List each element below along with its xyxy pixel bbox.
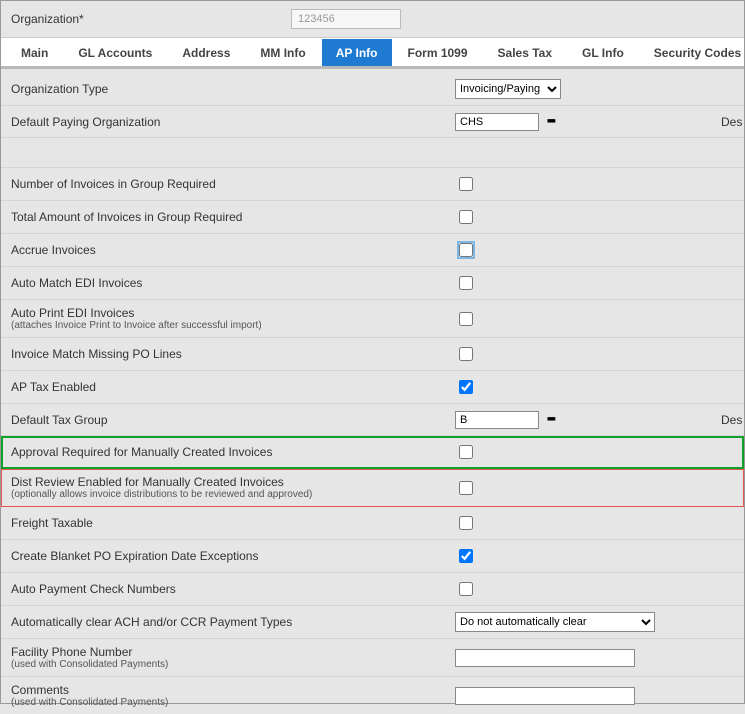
- dist-review-checkbox[interactable]: [459, 481, 473, 495]
- tab-security-codes[interactable]: Security Codes: [640, 39, 745, 66]
- auto-clear-ach-select[interactable]: Do not automatically clear: [455, 612, 655, 632]
- organization-label: Organization*: [11, 12, 291, 26]
- right-col-des: Des: [719, 413, 744, 427]
- total-amount-checkbox[interactable]: [459, 210, 473, 224]
- approval-required-checkbox[interactable]: [459, 445, 473, 459]
- total-amount-label: Total Amount of Invoices in Group Requir…: [11, 210, 242, 224]
- auto-clear-ach-label: Automatically clear ACH and/or CCR Payme…: [11, 615, 292, 629]
- tab-sales-tax[interactable]: Sales Tax: [484, 39, 566, 66]
- auto-print-edi-sublabel: (attaches Invoice Print to Invoice after…: [11, 320, 439, 331]
- facility-phone-label: Facility Phone Number: [11, 645, 439, 659]
- facility-phone-sublabel: (used with Consolidated Payments): [11, 659, 439, 670]
- facility-phone-input[interactable]: [455, 649, 635, 667]
- blanket-po-checkbox[interactable]: [459, 549, 473, 563]
- lookup-icon[interactable]: ■■■: [547, 118, 561, 125]
- comments-sublabel: (used with Consolidated Payments): [11, 697, 439, 708]
- organization-type-select[interactable]: Invoicing/Paying: [455, 79, 561, 99]
- tab-address[interactable]: Address: [168, 39, 244, 66]
- organization-input[interactable]: [291, 9, 401, 29]
- right-col-des: Des: [719, 115, 744, 129]
- match-missing-po-label: Invoice Match Missing PO Lines: [11, 347, 182, 361]
- tab-bar: MainGL AccountsAddressMM InfoAP InfoForm…: [1, 37, 744, 69]
- dist-review-sublabel: (optionally allows invoice distributions…: [11, 489, 439, 500]
- tab-gl-accounts[interactable]: GL Accounts: [64, 39, 166, 66]
- ap-tax-enabled-checkbox[interactable]: [459, 380, 473, 394]
- tab-main[interactable]: Main: [7, 39, 62, 66]
- tab-mm-info[interactable]: MM Info: [246, 39, 319, 66]
- auto-payment-check-checkbox[interactable]: [459, 582, 473, 596]
- comments-input[interactable]: [455, 687, 635, 705]
- comments-label: Comments: [11, 683, 439, 697]
- default-paying-org-label: Default Paying Organization: [11, 115, 160, 129]
- default-paying-org-input[interactable]: [455, 113, 539, 131]
- auto-payment-check-label: Auto Payment Check Numbers: [11, 582, 176, 596]
- dist-review-label: Dist Review Enabled for Manually Created…: [11, 475, 439, 489]
- blanket-po-label: Create Blanket PO Expiration Date Except…: [11, 549, 258, 563]
- tab-form-1099[interactable]: Form 1099: [394, 39, 482, 66]
- num-invoices-checkbox[interactable]: [459, 177, 473, 191]
- auto-print-edi-checkbox[interactable]: [459, 312, 473, 326]
- match-missing-po-checkbox[interactable]: [459, 347, 473, 361]
- organization-type-label: Organization Type: [11, 82, 108, 96]
- header-bar: Organization*: [1, 1, 744, 37]
- form-area: Organization Type Invoicing/Paying Defau…: [1, 69, 744, 714]
- freight-taxable-label: Freight Taxable: [11, 516, 93, 530]
- accrue-invoices-label: Accrue Invoices: [11, 243, 96, 257]
- lookup-icon[interactable]: ■■■: [547, 416, 561, 423]
- tab-ap-info[interactable]: AP Info: [322, 39, 392, 66]
- freight-taxable-checkbox[interactable]: [459, 516, 473, 530]
- approval-required-label: Approval Required for Manually Created I…: [11, 445, 272, 459]
- default-tax-group-label: Default Tax Group: [11, 413, 108, 427]
- auto-match-edi-label: Auto Match EDI Invoices: [11, 276, 142, 290]
- auto-print-edi-label: Auto Print EDI Invoices: [11, 306, 439, 320]
- ap-tax-enabled-label: AP Tax Enabled: [11, 380, 96, 394]
- tab-gl-info[interactable]: GL Info: [568, 39, 638, 66]
- auto-match-edi-checkbox[interactable]: [459, 276, 473, 290]
- accrue-invoices-checkbox[interactable]: [459, 243, 473, 257]
- num-invoices-label: Number of Invoices in Group Required: [11, 177, 216, 191]
- default-tax-group-input[interactable]: [455, 411, 539, 429]
